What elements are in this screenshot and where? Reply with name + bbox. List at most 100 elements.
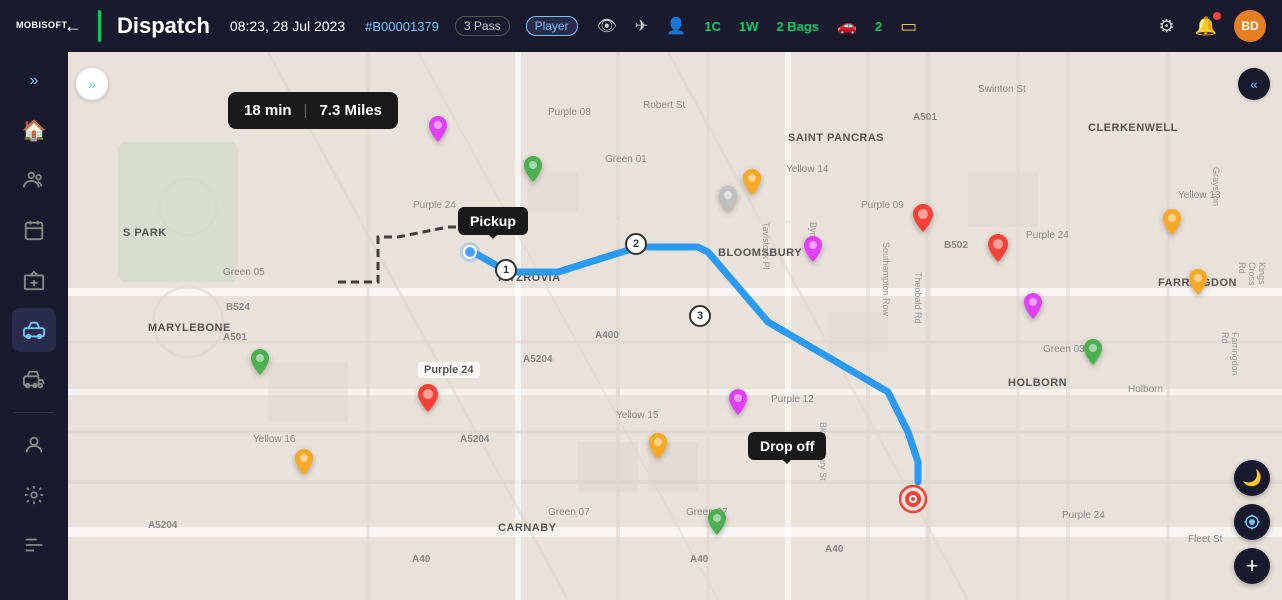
road-a5204: A5204 [523,354,552,365]
street-purple24: Purple 24 [413,200,456,211]
road-a40: A40 [412,554,430,565]
area-pin-label-purple24: Purple 24 [418,362,480,378]
map-pin-red2 [987,234,1009,267]
dark-mode-toggle[interactable]: 🌙 [1234,460,1270,496]
street-grays-inn: Grays Inn [1211,167,1221,206]
road-a400: A400 [595,330,619,341]
street-yellow15: Yellow 15 [616,410,658,421]
route-distance: 7.3 Miles [319,102,382,119]
pickup-dot [463,245,477,259]
street-tavistock: Tavistock Pl [761,222,771,270]
sidebar-item-home[interactable]: 🏠 [12,108,56,152]
road-a501: A501 [223,332,247,343]
street-purple08: Purple 08 [548,107,591,118]
map-pin-purple4 [1023,293,1043,324]
street-green03: Green 03 [1043,344,1085,355]
sidebar-item-settings[interactable] [12,473,56,517]
map-pin-green4 [707,509,727,540]
badge-player[interactable]: Player [526,16,578,36]
map-pin-green2 [1083,339,1103,370]
road-a5204-3: A5204 [148,520,177,531]
stat-cars: 2 [875,19,882,34]
booking-id[interactable]: #B00001379 [365,19,439,34]
back-button[interactable]: ← [64,16,82,37]
street-purple09: Purple 09 [861,200,904,211]
stat-bags: 2 Bags [776,19,819,34]
street-green07: Green 07 [548,507,590,518]
page-title: Dispatch [117,13,210,39]
sidebar-item-fleet[interactable] [12,358,56,402]
dropoff-label: Drop off [748,432,826,460]
map-pin-purple5 [728,389,748,420]
badge-pass: 3 Pass [455,16,510,36]
street-purple24-3: Purple 24 [1062,510,1105,521]
map-pin-purple2 [803,236,823,267]
sidebar-expand[interactable]: » [22,64,47,98]
street-kings-cross: Kings Cross Rd [1237,262,1267,292]
stat-1w: 1W [739,19,759,34]
sidebar-item-packages[interactable] [12,258,56,302]
street-purple12: Purple 12 [771,394,814,405]
map-pin-purple3 [718,186,738,217]
waypoint-2: 2 [625,233,647,255]
route-info-box: 18 min | 7.3 Miles [228,92,398,129]
map-add-button[interactable]: + [1234,548,1270,584]
sidebar-collapse-button[interactable]: » [76,68,108,100]
road-a40-2: A40 [690,554,708,565]
locate-me-button[interactable] [1234,504,1270,540]
car-icon: 🚗 [837,16,857,36]
map-pin-yellow1 [742,169,762,200]
street-swinton: Swinton St [978,84,1026,95]
sidebar: » 🏠 [0,52,68,600]
waypoint-3: 3 [689,305,711,327]
route-icon[interactable]: ✈ [635,16,648,36]
map-pin-red1 [912,204,934,237]
pickup-label: Pickup [458,207,528,235]
map-pin-red3 [417,384,439,417]
route-minutes: 18 min [244,102,292,119]
road-b502: B502 [944,240,968,251]
time-display: 08:23, 28 Jul 2023 [230,18,345,34]
street-yellow14: Yellow 14 [786,164,828,175]
settings-icon[interactable]: ⚙ [1158,16,1174,37]
street-holborn: Holborn [1128,384,1163,395]
street-purple24-2: Purple 24 [1026,230,1069,241]
panel-collapse-button[interactable]: « [1238,68,1270,100]
street-green01: Green 01 [605,154,647,165]
sidebar-item-users[interactable] [12,158,56,202]
green-bar [98,10,101,42]
street-southampton: Southampton Row [881,242,891,316]
dropoff-pin [899,485,927,524]
sidebar-item-profile[interactable] [12,423,56,467]
sidebar-item-vehicles[interactable] [12,308,56,352]
street-yellow16: Yellow 16 [253,434,295,445]
map-pin-yellow4 [648,433,668,464]
road-a501-2: A501 [913,112,937,123]
road-a5204-2: A5204 [460,434,489,445]
street-farringdon: Farringdon Rd [1220,332,1240,384]
map-pin-yellow5 [294,449,314,480]
logo: MOBISOFT [16,21,52,31]
person-icon[interactable]: 👤 [666,16,686,36]
map-pin-yellow2 [1162,209,1182,240]
street-theobald: Theobald Rd [913,272,923,324]
street-green05: Green 05 [223,267,265,278]
map-pin-green3 [250,349,270,380]
header: MOBISOFT ← Dispatch 08:23, 28 Jul 2023 #… [0,0,1282,52]
route-divider: | [304,102,308,119]
road-b524: B524 [226,302,250,313]
street-robert: Robert St [643,100,685,111]
eye-icon[interactable]: 👁 [597,16,617,36]
waypoint-1: 1 [495,259,517,281]
map-pin-yellow3 [1188,269,1208,300]
notification-icon[interactable]: 🔔 [1195,16,1217,37]
note-icon[interactable]: ▭ [900,16,917,37]
map-pin-purple1 [428,116,448,147]
header-right: ⚙ 🔔 BD [1155,10,1266,42]
sidebar-item-calendar[interactable] [12,208,56,252]
street-fleet: Fleet St [1188,534,1222,545]
map-pin-green1 [523,156,543,187]
road-a40-3: A40 [825,544,843,555]
sidebar-item-menu[interactable] [12,523,56,567]
map-controls: 🌙 [1234,460,1270,540]
